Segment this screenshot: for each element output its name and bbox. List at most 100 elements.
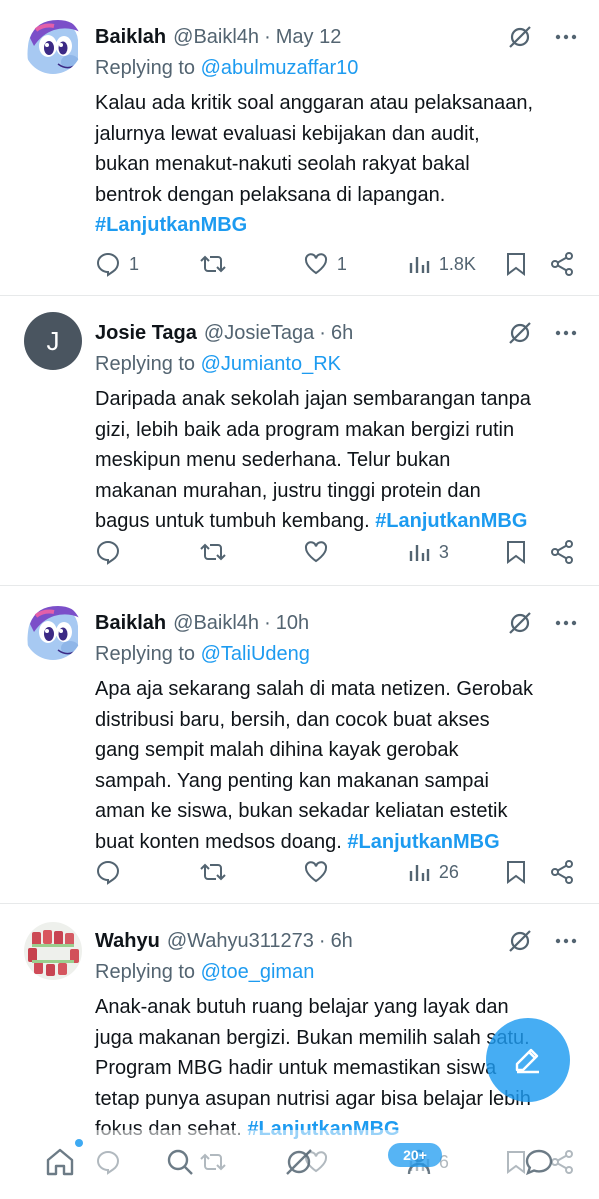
tweet-header: Baiklah @Baikl4h · May 12 <box>95 22 579 52</box>
grok-icon[interactable] <box>507 610 533 636</box>
user-handle[interactable]: @Baikl4h <box>173 26 259 49</box>
grok-icon[interactable] <box>507 320 533 346</box>
bookmark-icon <box>506 253 525 276</box>
avatar[interactable] <box>24 602 82 660</box>
tweet-text-line: Anak-anak butuh ruang belajar yang layak… <box>95 996 509 1018</box>
views-icon <box>409 865 430 881</box>
replying-to-label: Replying to <box>95 643 201 665</box>
pony-avatar-icon <box>24 16 82 74</box>
nav-grok[interactable] <box>282 1145 316 1184</box>
grok-icon <box>286 1149 313 1175</box>
tweet-text-line: Kalau ada kritik soal anggaran atau pela… <box>95 92 534 114</box>
replying-to-mention[interactable]: @TaliUdeng <box>201 643 310 665</box>
repost-button[interactable] <box>199 859 303 885</box>
views-button[interactable]: 26 <box>407 860 505 884</box>
separator-dot: · <box>264 25 271 48</box>
view-count: 3 <box>438 541 449 562</box>
tweet-3[interactable]: Baiklah @Baikl4h · 10h Replying to @Tali… <box>0 586 599 904</box>
tweet-actions: 3 <box>95 538 575 566</box>
repost-icon <box>200 863 226 881</box>
tweet-actions: 1 1 1.8K <box>95 250 575 278</box>
food-photo-avatar-icon <box>24 922 82 980</box>
display-name[interactable]: Baiklah <box>95 26 166 49</box>
share-button[interactable] <box>549 251 575 277</box>
repost-icon <box>200 543 226 561</box>
user-handle[interactable]: @JosieTaga <box>204 322 314 345</box>
display-name[interactable]: Wahyu <box>95 930 160 953</box>
views-button[interactable]: 1.8K <box>407 252 505 276</box>
tweet-text-line: gizi, lebih baik ada program makan bergi… <box>95 418 515 441</box>
timestamp[interactable]: 6h <box>331 322 353 345</box>
avatar[interactable] <box>24 16 82 74</box>
more-icon[interactable] <box>553 928 579 954</box>
grok-icon[interactable] <box>507 24 533 50</box>
share-button[interactable] <box>549 539 575 565</box>
avatar[interactable]: J <box>24 312 82 370</box>
compose-button[interactable] <box>486 1018 570 1102</box>
replying-to: Replying to @toe_giman <box>95 961 314 984</box>
user-handle[interactable]: @Baikl4h <box>173 612 259 635</box>
share-button[interactable] <box>549 859 575 885</box>
tweet-text-line: Apa aja sekarang salah di mata netizen. … <box>95 678 534 700</box>
separator-dot: · <box>318 929 326 952</box>
tweet-text: Apa aja sekarang salah di mata netizen. … <box>95 674 585 857</box>
tweet-header: Josie Taga @JosieTaga · 6h <box>95 318 579 348</box>
more-icon[interactable] <box>553 24 579 50</box>
replying-to-mention[interactable]: @abulmuzaffar10 <box>201 57 359 79</box>
bookmark-button[interactable] <box>505 251 549 277</box>
like-button[interactable]: 1 <box>303 251 407 277</box>
separator-dot: · <box>264 611 271 634</box>
messages-icon <box>525 1149 553 1176</box>
avatar[interactable] <box>24 922 82 980</box>
tweet-text-line: gang sempit malah dihina kayak gerobak <box>95 739 459 761</box>
nav-home[interactable] <box>43 1139 83 1184</box>
tweet-2[interactable]: J Josie Taga @JosieTaga · 6h Replying to… <box>0 296 599 586</box>
replying-to: Replying to @abulmuzaffar10 <box>95 57 358 80</box>
nav-search[interactable] <box>163 1145 197 1184</box>
repost-button[interactable] <box>199 251 303 277</box>
repost-button[interactable] <box>199 539 303 565</box>
bottom-nav <box>0 1130 599 1199</box>
bookmark-button[interactable] <box>505 539 549 565</box>
reply-button[interactable]: 1 <box>95 251 199 277</box>
replying-to-mention[interactable]: @toe_giman <box>201 961 315 983</box>
hashtag-link[interactable]: #LanjutkanMBG <box>347 831 499 853</box>
reply-button[interactable] <box>95 539 199 565</box>
nav-messages[interactable] <box>522 1145 556 1184</box>
share-icon <box>551 860 573 884</box>
repost-icon <box>200 255 226 273</box>
like-count: 1 <box>336 253 347 274</box>
tweet-text: Kalau ada kritik soal anggaran atau pela… <box>95 88 585 241</box>
timestamp[interactable]: 6h <box>331 930 353 953</box>
tweet-1[interactable]: Baiklah @Baikl4h · May 12 Replying to @a… <box>0 0 599 296</box>
bookmark-icon <box>506 861 525 884</box>
search-icon <box>167 1149 193 1175</box>
more-icon[interactable] <box>553 610 579 636</box>
hashtag-link[interactable]: #LanjutkanMBG <box>375 510 527 532</box>
tweet-text-line: Daripada anak sekolah jajan sembarangan … <box>95 388 531 410</box>
tweet-text-line: bentrok dengan pelaksana di lapangan. <box>95 183 446 206</box>
tweet-header: Wahyu @Wahyu311273 · 6h <box>95 926 579 956</box>
display-name[interactable]: Josie Taga <box>95 322 197 345</box>
hashtag-link[interactable]: #LanjutkanMBG <box>95 214 247 236</box>
timestamp[interactable]: May 12 <box>276 26 342 49</box>
user-handle[interactable]: @Wahyu311273 <box>167 930 314 953</box>
like-button[interactable] <box>303 539 407 565</box>
bookmark-button[interactable] <box>505 859 549 885</box>
grok-icon[interactable] <box>507 928 533 954</box>
tweet-text-line: meskipun menu sederhana. Telur bukan <box>95 449 451 471</box>
more-icon[interactable] <box>553 320 579 346</box>
separator-dot: · <box>319 321 326 344</box>
tweet-text-line: jalurnya lewat evaluasi kebijakan dan au… <box>95 122 480 145</box>
heart-icon <box>304 253 327 275</box>
reply-count: 1 <box>129 253 140 274</box>
notifications-badge[interactable]: 20+ <box>388 1143 442 1167</box>
views-icon <box>409 257 430 273</box>
display-name[interactable]: Baiklah <box>95 612 166 635</box>
tweet-text-line: buat konten medsos doang. <box>95 830 348 853</box>
views-button[interactable]: 3 <box>407 540 505 564</box>
replying-to-mention[interactable]: @Jumianto_RK <box>201 353 341 375</box>
like-button[interactable] <box>303 859 407 885</box>
reply-button[interactable] <box>95 859 199 885</box>
timestamp[interactable]: 10h <box>276 612 309 635</box>
